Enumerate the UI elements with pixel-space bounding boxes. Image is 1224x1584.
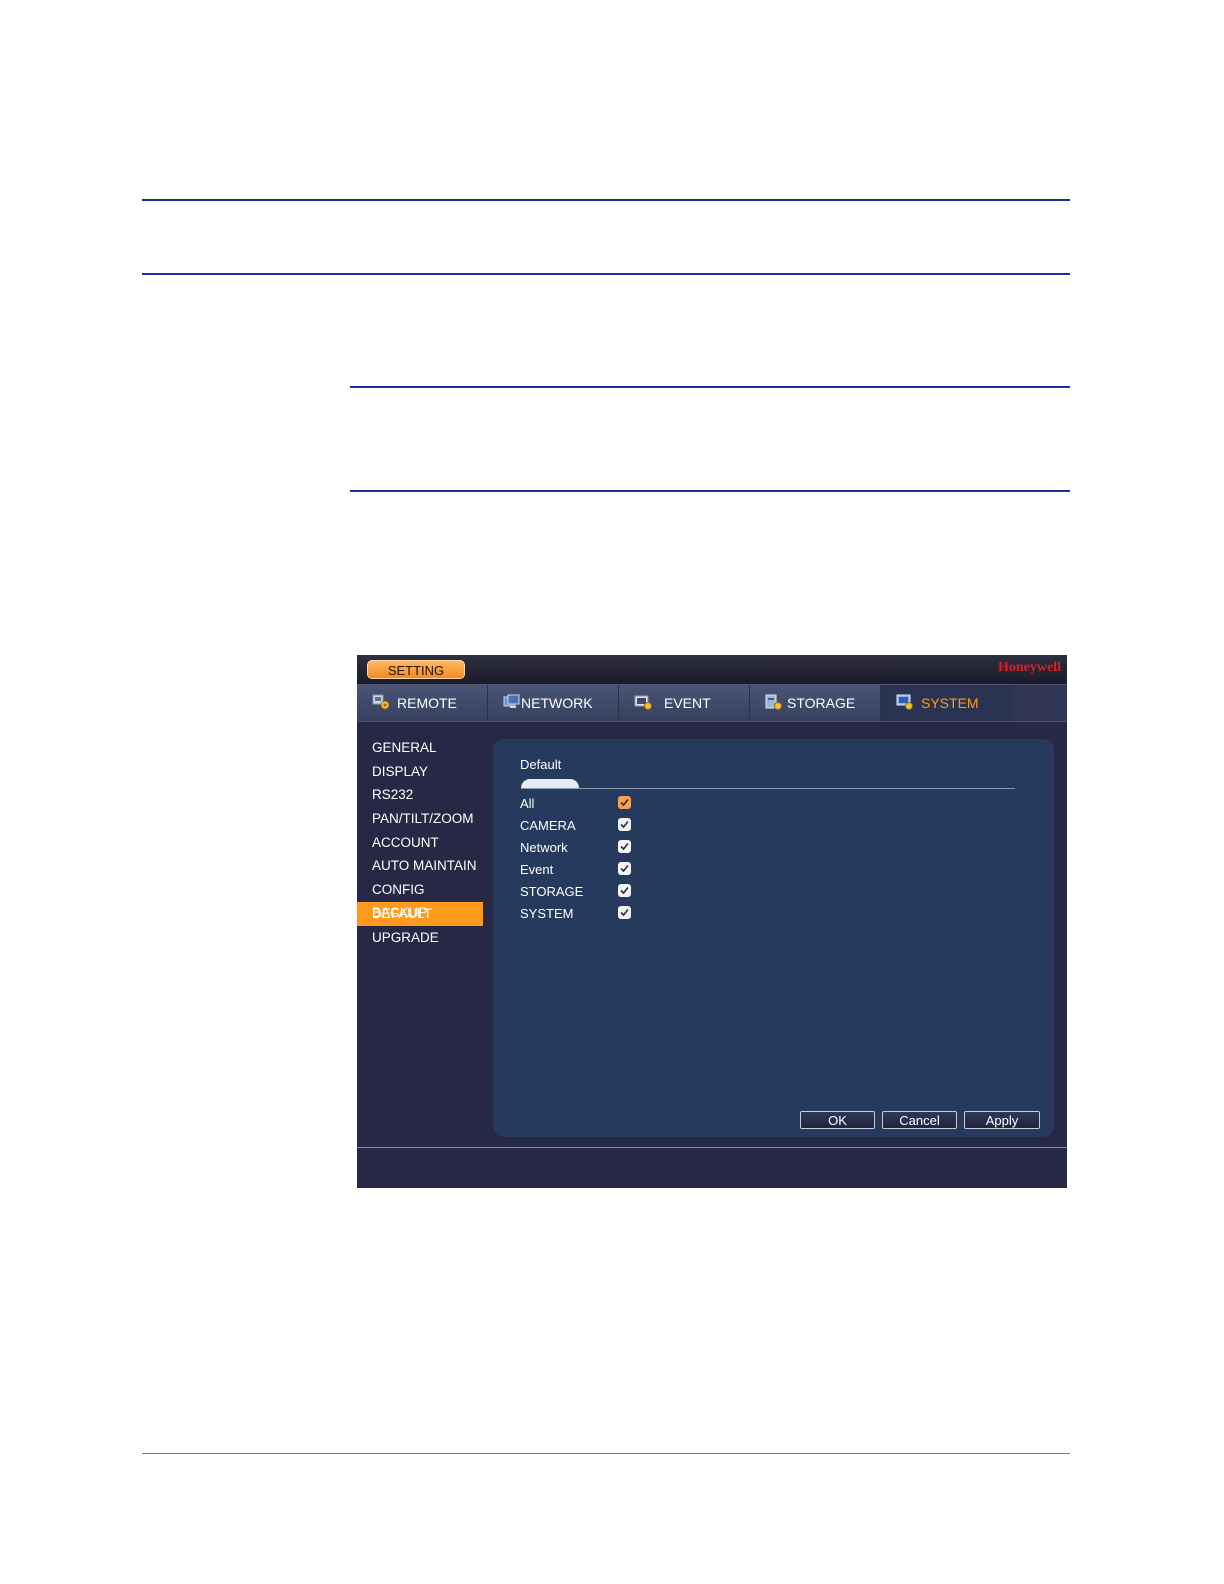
cancel-button[interactable]: Cancel [882,1111,957,1129]
title-bar: SETTING Honeywell [357,655,1067,685]
sidebar: GENERAL DISPLAY RS232 PAN/TILT/ZOOM ACCO… [357,736,483,949]
tab-system[interactable]: SYSTEM [881,685,1012,721]
setting-button[interactable]: SETTING [367,660,465,679]
tab-event[interactable]: EVENT [619,685,750,721]
remote-settings-icon [372,694,390,710]
sidebar-item-config-backup[interactable]: CONFIG BACKUP [357,878,483,920]
tab-event-label: EVENT [664,695,711,711]
system-checkbox[interactable] [618,906,631,919]
option-label: STORAGE [520,884,584,899]
panel-subtab[interactable] [521,779,579,788]
sidebar-item-auto-maintain[interactable]: AUTO MAINTAIN [357,854,483,878]
storage-icon [765,694,782,710]
apply-button[interactable]: Apply [964,1111,1040,1129]
tab-system-label: SYSTEM [921,695,979,711]
tab-bar-filler [1012,685,1067,721]
option-label: SYSTEM [520,906,574,921]
tab-remote-label: REMOTE [397,695,457,711]
tab-remote[interactable]: REMOTE [357,685,488,721]
camera-checkbox[interactable] [618,818,631,831]
sidebar-item-general[interactable]: GENERAL [357,736,483,760]
default-panel: Default All CAMERA Network Event STORAGE… [493,739,1054,1137]
tab-network-label: NETWORK [521,695,593,711]
sidebar-item-display[interactable]: DISPLAY [357,760,483,784]
ok-button[interactable]: OK [800,1111,875,1129]
sidebar-item-upgrade[interactable]: UPGRADE [357,926,483,950]
option-label: CAMERA [520,818,576,833]
sidebar-item-rs232[interactable]: RS232 [357,783,483,807]
system-icon [896,694,913,710]
network-icon [503,694,520,708]
panel-title: Default [520,757,562,772]
network-checkbox[interactable] [618,840,631,853]
brand-logo: Honeywell [998,660,1061,675]
event-icon [634,695,652,710]
footer-rule [142,1453,1070,1454]
note-rule-top [350,386,1070,388]
tab-network[interactable]: NETWORK [488,685,619,721]
event-checkbox[interactable] [618,862,631,875]
window-footer-divider [357,1147,1067,1148]
sidebar-item-default[interactable]: DEFAULT [357,901,483,926]
all-checkbox[interactable] [618,796,631,809]
main-tab-bar: REMOTE NETWORK EVENT STORAGE SYSTEM [357,685,1067,722]
header-rule-bottom [142,273,1070,275]
header-rule-top [142,199,1070,201]
note-rule-bottom [350,490,1070,492]
setting-window: SETTING Honeywell REMOTE NETWORK EVENT S… [357,655,1067,1188]
tab-storage[interactable]: STORAGE [750,685,881,721]
panel-divider [521,788,1015,789]
storage-checkbox[interactable] [618,884,631,897]
option-label: Event [520,862,554,877]
sidebar-item-pan-tilt-zoom[interactable]: PAN/TILT/ZOOM [357,807,483,831]
tab-storage-label: STORAGE [787,695,856,711]
option-label: Network [520,840,568,855]
sidebar-item-account[interactable]: ACCOUNT [357,831,483,855]
option-label: All [520,796,535,811]
